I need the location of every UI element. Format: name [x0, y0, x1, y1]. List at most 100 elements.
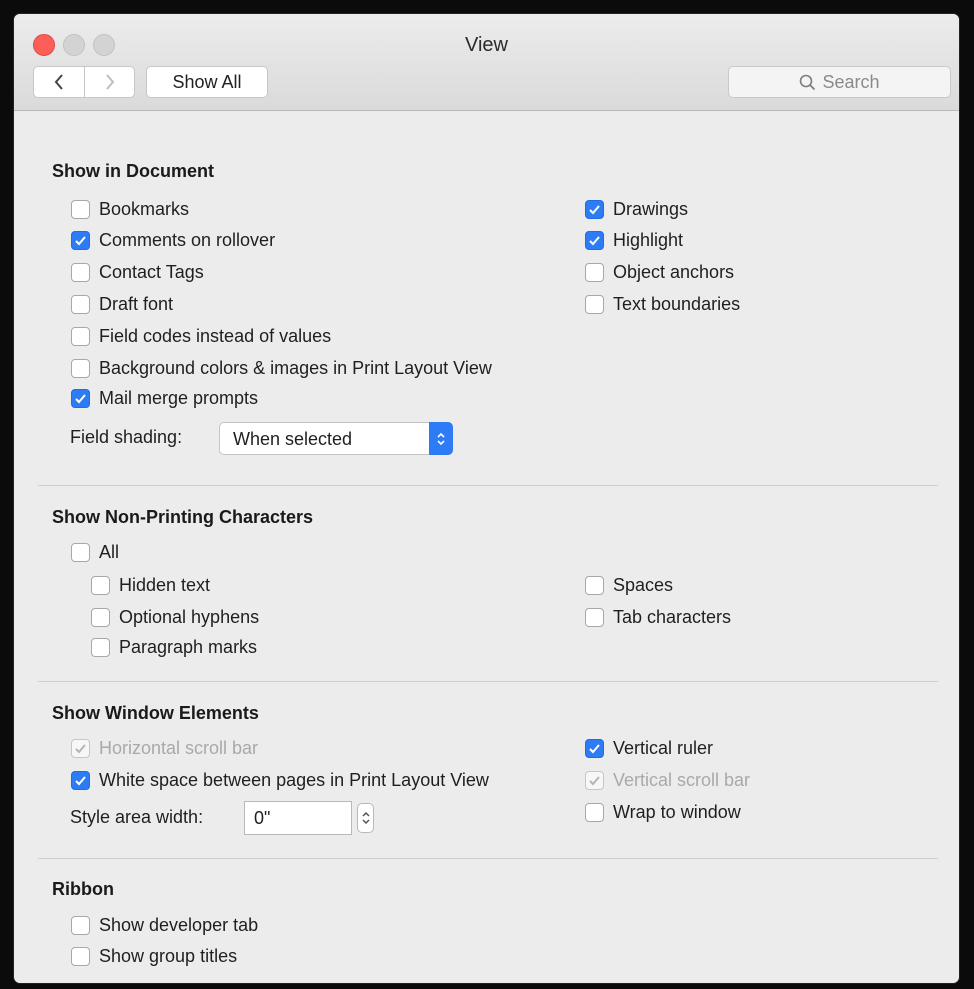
- option-object-anchors[interactable]: Object anchors: [585, 260, 734, 284]
- chevron-left-icon: [54, 74, 63, 90]
- section-divider: [38, 485, 938, 486]
- text-boundaries-checkbox[interactable]: [585, 294, 604, 314]
- object-anchors-checkbox[interactable]: [585, 262, 604, 282]
- show-all-button[interactable]: Show All: [146, 66, 268, 98]
- white-space-label: White space between pages in Print Layou…: [99, 769, 489, 790]
- vertical-ruler-label: Vertical ruler: [613, 737, 714, 758]
- field-codes-label: Field codes instead of values: [99, 325, 332, 346]
- wrap-to-window-checkbox[interactable]: [585, 802, 604, 822]
- option-draft-font[interactable]: Draft font: [71, 292, 173, 316]
- section-title-non-printing: Show Non-Printing Characters: [52, 507, 314, 527]
- background-colors-label: Background colors & images in Print Layo…: [99, 357, 492, 378]
- checkmark-icon: [75, 743, 86, 753]
- horizontal-scroll-bar-label: Horizontal scroll bar: [99, 737, 259, 758]
- style-area-width-stepper[interactable]: [357, 803, 374, 833]
- option-hidden-text[interactable]: Hidden text: [91, 573, 210, 597]
- spaces-label: Spaces: [613, 574, 674, 595]
- back-button[interactable]: [34, 67, 85, 97]
- option-horizontal-scroll-bar: Horizontal scroll bar: [71, 736, 258, 760]
- vertical-scroll-bar-label: Vertical scroll bar: [613, 769, 751, 790]
- stepper-arrows-icon: [361, 811, 370, 825]
- white-space-checkbox[interactable]: [71, 770, 90, 790]
- all-label: All: [99, 541, 120, 562]
- checkmark-icon: [75, 775, 86, 785]
- draft-font-checkbox[interactable]: [71, 294, 90, 314]
- option-all[interactable]: All: [71, 540, 119, 564]
- option-field-codes[interactable]: Field codes instead of values: [71, 324, 331, 348]
- tab-characters-checkbox[interactable]: [585, 607, 604, 627]
- option-vertical-scroll-bar: Vertical scroll bar: [585, 768, 750, 792]
- field-shading-value: When selected: [233, 429, 353, 449]
- background-colors-checkbox[interactable]: [71, 358, 90, 378]
- all-checkbox[interactable]: [71, 542, 90, 562]
- chevron-right-icon: [106, 74, 115, 90]
- navigation-buttons: [33, 66, 135, 98]
- hidden-text-label: Hidden text: [119, 574, 211, 595]
- highlight-label: Highlight: [613, 229, 684, 250]
- forward-button[interactable]: [85, 67, 135, 97]
- option-tab-characters[interactable]: Tab characters: [585, 605, 731, 629]
- option-background-colors[interactable]: Background colors & images in Print Layo…: [71, 356, 492, 380]
- checkmark-icon: [589, 235, 600, 245]
- section-title-window-elements: Show Window Elements: [52, 703, 259, 723]
- comments-on-rollover-label: Comments on rollover: [99, 229, 276, 250]
- comments-on-rollover-checkbox[interactable]: [71, 230, 90, 250]
- bookmarks-checkbox[interactable]: [71, 199, 90, 219]
- show-group-titles-label: Show group titles: [99, 945, 238, 966]
- paragraph-marks-label: Paragraph marks: [119, 636, 258, 657]
- mail-merge-prompts-label: Mail merge prompts: [99, 387, 259, 408]
- tab-characters-label: Tab characters: [613, 606, 732, 627]
- text-boundaries-label: Text boundaries: [613, 293, 741, 314]
- option-text-boundaries[interactable]: Text boundaries: [585, 292, 740, 316]
- mail-merge-prompts-checkbox[interactable]: [71, 388, 90, 408]
- bookmarks-label: Bookmarks: [99, 198, 190, 219]
- option-wrap-to-window[interactable]: Wrap to window: [585, 800, 741, 824]
- field-codes-checkbox[interactable]: [71, 326, 90, 346]
- vertical-ruler-checkbox[interactable]: [585, 738, 604, 758]
- option-paragraph-marks[interactable]: Paragraph marks: [91, 635, 257, 659]
- field-shading-label: Field shading:: [70, 427, 183, 447]
- preferences-window: View Show All Search Show in Document Bo…: [14, 14, 959, 983]
- show-group-titles-checkbox[interactable]: [71, 946, 90, 966]
- option-drawings[interactable]: Drawings: [585, 197, 688, 221]
- option-spaces[interactable]: Spaces: [585, 573, 673, 597]
- option-highlight[interactable]: Highlight: [585, 228, 683, 252]
- spaces-checkbox[interactable]: [585, 575, 604, 595]
- option-show-developer-tab[interactable]: Show developer tab: [71, 913, 258, 937]
- optional-hyphens-label: Optional hyphens: [119, 606, 260, 627]
- window-title: View: [465, 34, 508, 56]
- checkmark-icon: [589, 775, 600, 785]
- option-show-group-titles[interactable]: Show group titles: [71, 944, 237, 968]
- contact-tags-label: Contact Tags: [99, 261, 204, 282]
- checkmark-icon: [589, 204, 600, 214]
- option-comments-on-rollover[interactable]: Comments on rollover: [71, 228, 275, 252]
- highlight-checkbox[interactable]: [585, 230, 604, 250]
- section-divider: [38, 858, 938, 859]
- show-developer-tab-checkbox[interactable]: [71, 915, 90, 935]
- hidden-text-checkbox[interactable]: [91, 575, 110, 595]
- search-field[interactable]: Search: [728, 66, 951, 98]
- option-white-space[interactable]: White space between pages in Print Layou…: [71, 768, 489, 792]
- search-icon: [800, 74, 816, 90]
- section-title-ribbon: Ribbon: [52, 879, 114, 899]
- checkmark-icon: [75, 235, 86, 245]
- vertical-scroll-bar-checkbox: [585, 770, 604, 790]
- preferences-content: Show in Document Bookmarks Comments on r…: [14, 111, 959, 983]
- search-placeholder: Search: [822, 71, 880, 92]
- optional-hyphens-checkbox[interactable]: [91, 607, 110, 627]
- option-optional-hyphens[interactable]: Optional hyphens: [91, 605, 259, 629]
- style-area-width-label: Style area width:: [70, 807, 204, 827]
- option-vertical-ruler[interactable]: Vertical ruler: [585, 736, 713, 760]
- title-bar: View Show All Search: [14, 14, 959, 111]
- drawings-checkbox[interactable]: [585, 199, 604, 219]
- option-mail-merge-prompts[interactable]: Mail merge prompts: [71, 386, 258, 410]
- paragraph-marks-checkbox[interactable]: [91, 637, 110, 657]
- contact-tags-checkbox[interactable]: [71, 262, 90, 282]
- section-title-show-in-document: Show in Document: [52, 161, 214, 181]
- option-contact-tags[interactable]: Contact Tags: [71, 260, 204, 284]
- option-bookmarks[interactable]: Bookmarks: [71, 197, 189, 221]
- style-area-width-input[interactable]: 0": [244, 801, 352, 835]
- drawings-label: Drawings: [613, 198, 689, 219]
- field-shading-select[interactable]: When selected: [219, 422, 453, 455]
- wrap-to-window-label: Wrap to window: [613, 801, 741, 822]
